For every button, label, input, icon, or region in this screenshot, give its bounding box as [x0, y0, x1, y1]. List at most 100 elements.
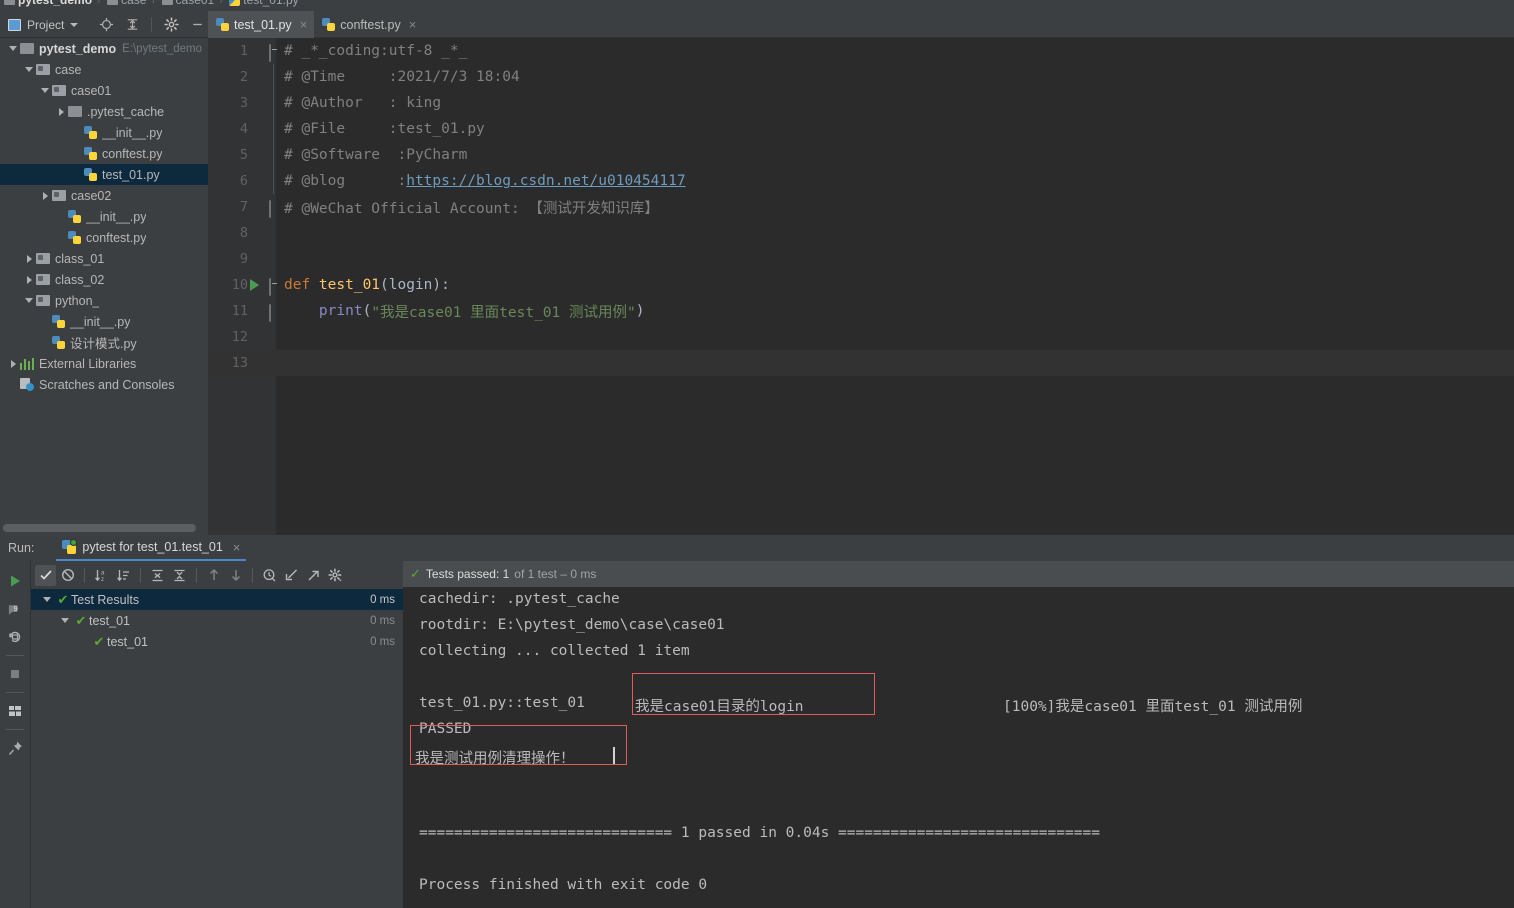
- gutter-line[interactable]: 1: [208, 38, 276, 64]
- settings-gear-icon[interactable]: [161, 15, 181, 35]
- test-settings-icon[interactable]: [325, 565, 346, 586]
- test-history-icon[interactable]: [259, 565, 280, 586]
- project-tree-item-init-py[interactable]: __init__.py: [0, 206, 208, 227]
- editor-code-area[interactable]: # _*_coding:utf-8 _*_ # @Time :2021/7/3 1…: [276, 38, 1514, 535]
- code-line[interactable]: [276, 246, 1514, 272]
- project-tree-item-init-py[interactable]: __init__.py: [0, 122, 208, 143]
- collapse-all-icon[interactable]: [169, 565, 190, 586]
- pin-icon[interactable]: [2, 734, 28, 762]
- project-tree-item-pytest-cache[interactable]: .pytest_cache: [0, 101, 208, 122]
- tab-conftest-py[interactable]: conftest.py ×: [314, 11, 423, 38]
- gutter-line[interactable]: 4: [208, 116, 276, 142]
- chevron-right-icon[interactable]: [6, 359, 20, 368]
- test-tree-row[interactable]: ✔ Test Results 0 ms: [31, 589, 403, 610]
- gutter-line[interactable]: 2: [208, 64, 276, 90]
- rerun-icon[interactable]: [2, 567, 28, 595]
- gutter-line[interactable]: 9: [208, 246, 276, 272]
- gutter-line[interactable]: 13: [208, 350, 276, 376]
- expand-all-icon[interactable]: [147, 565, 168, 586]
- breadcrumb-item-pytest-demo[interactable]: pytest_demo: [4, 0, 92, 7]
- editor-gutter[interactable]: 1 2 3 4 5 6 7 8 9 10 11 12 13: [208, 38, 276, 535]
- test-results-tree[interactable]: ✔ Test Results 0 ms ✔ test_01 0 ms ✔ test_01 0 m…: [31, 589, 403, 908]
- run-test-gutter-icon[interactable]: [250, 279, 259, 291]
- code-line[interactable]: # @Time :2021/7/3 18:04: [276, 64, 1514, 90]
- project-tree-item-class-02[interactable]: class_02: [0, 269, 208, 290]
- layout-icon[interactable]: [2, 697, 28, 725]
- close-icon[interactable]: ×: [233, 540, 241, 555]
- gutter-line[interactable]: 5: [208, 142, 276, 168]
- project-tree[interactable]: pytest_demo E:\pytest_demo case case01 .pyte…: [0, 38, 208, 535]
- gutter-line[interactable]: 3: [208, 90, 276, 116]
- project-tree-item-case01[interactable]: case01: [0, 80, 208, 101]
- chevron-right-icon[interactable]: [22, 275, 36, 284]
- project-tree-item-test-01-py[interactable]: test_01.py: [0, 164, 208, 185]
- chevron-right-icon[interactable]: [54, 107, 68, 116]
- project-tree-item-case02[interactable]: case02: [0, 185, 208, 206]
- locate-icon[interactable]: [96, 15, 116, 35]
- run-configuration-tab[interactable]: pytest for test_01.test_01 ×: [56, 535, 247, 561]
- code-editor[interactable]: 1 2 3 4 5 6 7 8 9 10 11 12 13 # _*_coding:utf-8 _*_ #…: [208, 38, 1514, 535]
- project-tree-item-scratches-and-consoles[interactable]: Scratches and Consoles: [0, 374, 208, 395]
- code-line[interactable]: # @Software :PyCharm: [276, 142, 1514, 168]
- chevron-down-icon[interactable]: [70, 22, 79, 27]
- code-line[interactable]: # @WeChat Official Account: 【测试开发知识库】: [276, 194, 1514, 220]
- project-panel-title[interactable]: Project: [27, 18, 64, 32]
- code-line[interactable]: [276, 220, 1514, 246]
- project-tree-item-python[interactable]: python_: [0, 290, 208, 311]
- code-line[interactable]: [276, 324, 1514, 350]
- minimize-icon[interactable]: [187, 15, 207, 35]
- project-tree-item-case[interactable]: case: [0, 59, 208, 80]
- chevron-down-icon[interactable]: [38, 88, 52, 93]
- collapse-all-icon[interactable]: [122, 15, 142, 35]
- rerun-failed-tests-icon[interactable]: 9: [2, 595, 28, 623]
- test-tree-row[interactable]: ✔ test_01 0 ms: [31, 610, 403, 631]
- project-horizontal-scrollbar[interactable]: [0, 521, 208, 535]
- breadcrumb-item-test-01-py[interactable]: test_01.py: [229, 0, 299, 7]
- import-results-icon[interactable]: [281, 565, 302, 586]
- chevron-down-icon[interactable]: [22, 67, 36, 72]
- code-line[interactable]: def test_01(login):: [276, 272, 1514, 298]
- test-tree-row[interactable]: ✔ test_01 0 ms: [31, 631, 403, 652]
- next-test-icon[interactable]: [225, 565, 246, 586]
- project-tree-item-init-py[interactable]: __init__.py: [0, 311, 208, 332]
- gutter-line[interactable]: 10: [208, 272, 276, 298]
- restart-icon[interactable]: [2, 623, 28, 651]
- code-line[interactable]: # _*_coding:utf-8 _*_: [276, 38, 1514, 64]
- export-results-icon[interactable]: [303, 565, 324, 586]
- gutter-line[interactable]: 8: [208, 220, 276, 246]
- project-tree-item-conftest-py[interactable]: conftest.py: [0, 143, 208, 164]
- gutter-line[interactable]: 7: [208, 194, 276, 220]
- chevron-right-icon[interactable]: [22, 254, 36, 263]
- tab-test-01-py[interactable]: test_01.py ×: [208, 11, 315, 38]
- console-output[interactable]: cachedir: .pytest_cache rootdir: E:\pytes…: [403, 587, 1514, 908]
- project-tree-item-external-libraries[interactable]: External Libraries: [0, 353, 208, 374]
- code-line[interactable]: [276, 350, 1514, 376]
- gutter-line[interactable]: 11: [208, 298, 276, 324]
- project-tree-item-pytest-demo[interactable]: pytest_demo E:\pytest_demo: [0, 38, 208, 59]
- breadcrumb-item-case01[interactable]: case01: [161, 0, 214, 7]
- gutter-line[interactable]: 6: [208, 168, 276, 194]
- chevron-right-icon[interactable]: [38, 191, 52, 200]
- close-icon[interactable]: ×: [409, 17, 417, 32]
- hide-ignored-icon[interactable]: [57, 565, 78, 586]
- chevron-down-icon[interactable]: [57, 618, 73, 623]
- breadcrumb-item-case[interactable]: case: [107, 0, 146, 7]
- project-tree-item-class-01[interactable]: class_01: [0, 248, 208, 269]
- show-passed-icon[interactable]: [35, 564, 56, 586]
- gutter-line[interactable]: 12: [208, 324, 276, 350]
- code-line[interactable]: print("我是case01 里面test_01 测试用例"): [276, 298, 1514, 324]
- chevron-down-icon[interactable]: [39, 597, 55, 602]
- scrollbar-thumb[interactable]: [3, 524, 196, 532]
- code-line[interactable]: # @blog : https://blog.csdn.net/u01045411…: [276, 168, 1514, 194]
- code-line[interactable]: # @Author : king: [276, 90, 1514, 116]
- project-tree-item-conftest-py[interactable]: conftest.py: [0, 227, 208, 248]
- sort-alphabetically-icon[interactable]: a z: [91, 565, 112, 586]
- code-line[interactable]: # @File :test_01.py: [276, 116, 1514, 142]
- project-tree-item-py[interactable]: 设计模式.py: [0, 332, 208, 353]
- close-icon[interactable]: ×: [300, 17, 308, 32]
- chevron-down-icon[interactable]: [6, 46, 20, 51]
- sort-by-duration-icon[interactable]: [113, 565, 134, 586]
- prev-test-icon[interactable]: [203, 565, 224, 586]
- chevron-down-icon[interactable]: [22, 298, 36, 303]
- stop-icon[interactable]: [2, 660, 28, 688]
